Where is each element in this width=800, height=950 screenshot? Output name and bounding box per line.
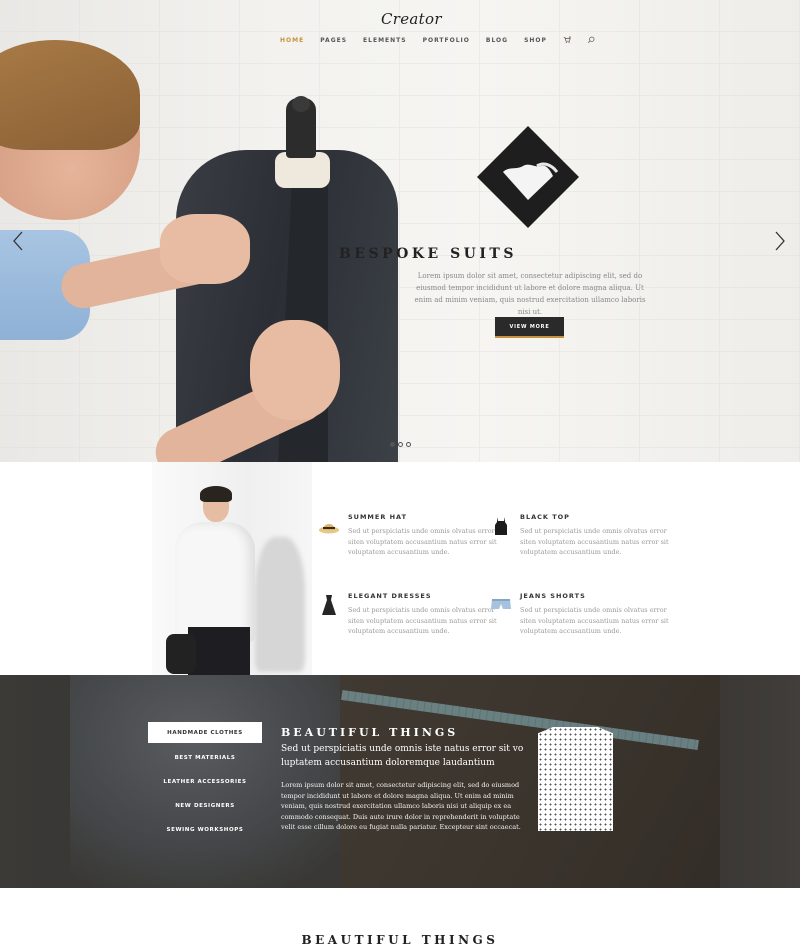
shorts-icon — [491, 599, 511, 609]
model-bag — [166, 634, 196, 674]
dress-icon — [322, 595, 336, 615]
product-description: Sed ut perspiciatis unde omnis olvatus e… — [348, 606, 497, 635]
nav-shop[interactable]: SHOP — [524, 37, 547, 44]
tailor-hand-lower — [250, 320, 340, 420]
category-new-designers[interactable]: NEW DESIGNERS — [148, 794, 262, 818]
fabric-tag-image — [538, 727, 613, 831]
product-title[interactable]: BLACK TOP — [520, 513, 670, 521]
nav-pages[interactable]: PAGES — [320, 37, 347, 44]
product-elegant-dresses[interactable]: ELEGANT DRESSES Sed ut perspiciatis unde… — [322, 592, 498, 637]
product-black-top[interactable]: BLACK TOP Sed ut perspiciatis unde omnis… — [495, 513, 670, 558]
hat-icon — [319, 524, 339, 534]
top-icon — [495, 517, 507, 535]
product-description: Sed ut perspiciatis unde omnis olvatus e… — [520, 606, 669, 635]
product-title[interactable]: JEANS SHORTS — [520, 592, 670, 600]
mannequin-top — [292, 96, 310, 112]
slide-dot-2[interactable] — [398, 442, 403, 447]
cart-icon[interactable] — [563, 36, 571, 44]
category-sewing-workshops[interactable]: SEWING WORKSHOPS — [148, 818, 262, 842]
category-menu: HANDMADE CLOTHES BEST MATERIALS LEATHER … — [148, 722, 262, 842]
hero-slider: Creator HOME PAGES ELEMENTS PORTFOLIO BL… — [0, 0, 800, 462]
nav-blog[interactable]: BLOG — [486, 37, 508, 44]
nav-elements[interactable]: ELEMENTS — [363, 37, 407, 44]
category-title: BEAUTIFUL THINGS — [281, 726, 459, 739]
model-shadow — [255, 537, 305, 672]
slide-dot-1[interactable] — [390, 442, 395, 447]
products-section: SUMMER HAT Sed ut perspiciatis unde omni… — [0, 462, 800, 675]
category-leather-accessories[interactable]: LEATHER ACCESSORIES — [148, 770, 262, 794]
product-title[interactable]: SUMMER HAT — [348, 513, 498, 521]
view-more-button[interactable]: VIEW MORE — [495, 317, 564, 338]
section-title: BEAUTIFUL THINGS — [301, 933, 499, 947]
model-hair — [200, 486, 232, 502]
category-best-materials[interactable]: BEST MATERIALS — [148, 746, 262, 770]
product-jeans-shorts[interactable]: JEANS SHORTS Sed ut perspiciatis unde om… — [491, 592, 670, 637]
product-summer-hat[interactable]: SUMMER HAT Sed ut perspiciatis unde omni… — [319, 513, 498, 558]
category-description: Lorem ipsum dolor sit amet, consectetur … — [281, 781, 521, 832]
model-shirt — [175, 522, 255, 642]
slide-dot-3[interactable] — [406, 442, 411, 447]
slider-pagination — [390, 442, 411, 447]
category-handmade-clothes[interactable]: HANDMADE CLOTHES — [148, 722, 262, 743]
product-description: Sed ut perspiciatis unde omnis olvatus e… — [520, 527, 669, 556]
nav-home[interactable]: HOME — [280, 37, 304, 44]
product-description: Sed ut perspiciatis unde omnis olvatus e… — [348, 527, 497, 556]
hero-title: BESPOKE SUITS — [339, 246, 517, 262]
category-subtitle: Sed ut perspiciatis unde omnis iste natu… — [281, 744, 524, 768]
hero-description: Lorem ipsum dolor sit amet, consectetur … — [414, 272, 646, 316]
search-icon[interactable] — [587, 36, 595, 44]
site-logo[interactable]: Creator — [381, 10, 442, 28]
model-pants — [188, 627, 250, 675]
product-title[interactable]: ELEGANT DRESSES — [348, 592, 498, 600]
nav-portfolio[interactable]: PORTFOLIO — [423, 37, 470, 44]
main-nav: HOME PAGES ELEMENTS PORTFOLIO BLOG SHOP — [280, 36, 595, 44]
diamond-emblem-icon — [477, 126, 579, 228]
